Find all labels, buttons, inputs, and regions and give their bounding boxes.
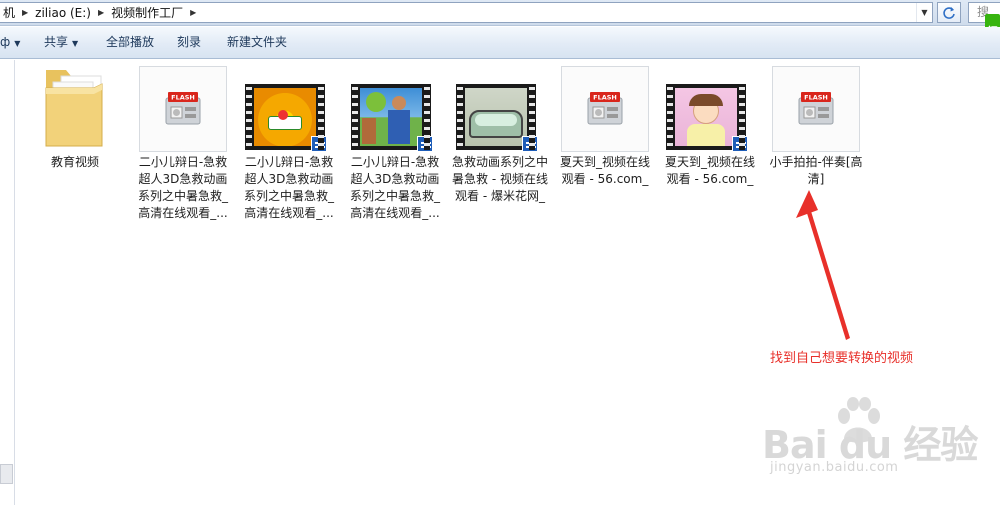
file-item-flash[interactable]: FLASH 小手拍拍-伴奏[高清] — [767, 66, 865, 188]
play-all-button[interactable]: 全部播放 — [106, 27, 154, 58]
file-name: 夏天到_视频在线观看 - 56.com_ — [559, 155, 650, 186]
command-bar: ф ▼ 共享 ▼ 全部播放 刻录 新建文件夹 — [0, 27, 1000, 59]
file-item-video[interactable]: 夏天到_视频在线观看 - 56.com_ — [661, 66, 759, 188]
burn-button[interactable]: 刻录 — [177, 27, 201, 58]
address-bar-row: 机 ▶ ziliao (E:) ▶ 视频制作工厂 ▶ ▼ 搜 — [0, 0, 1000, 26]
svg-text:FLASH: FLASH — [804, 94, 828, 102]
folder-icon — [31, 66, 119, 152]
video-badge-icon — [417, 136, 433, 152]
file-item-video[interactable]: 急救动画系列之中暑急救 - 视频在线观看 - 爆米花网_ — [451, 66, 549, 205]
flash-file-icon: FLASH — [139, 66, 227, 152]
svg-text:FLASH: FLASH — [593, 94, 617, 102]
flash-file-icon: FLASH — [772, 66, 860, 152]
file-item-video[interactable]: 二小儿辩日-急救超人3D急救动画系列之中暑急救_高清在线观看_... — [240, 66, 338, 222]
file-name: 急救动画系列之中暑急救 - 视频在线观看 - 爆米花网_ — [451, 155, 548, 203]
navigation-pane[interactable] — [0, 60, 15, 505]
file-name: 二小儿辩日-急救超人3D急救动画系列之中暑急救_高清在线观看_... — [137, 155, 228, 220]
annotation-text: 找到自己想要转换的视频 — [770, 351, 914, 366]
organize-button[interactable]: ф ▼ — [0, 27, 20, 58]
share-button[interactable]: 共享 ▼ — [44, 27, 78, 58]
breadcrumb-chevron-icon[interactable]: ▶ — [187, 8, 199, 17]
chevron-down-icon: ▼ — [14, 39, 21, 48]
file-name: 二小儿辩日-急救超人3D急救动画系列之中暑急救_高清在线观看_... — [349, 155, 440, 220]
file-item-flash[interactable]: FLASH 二小儿辩日-急救超人3D急救动画系列之中暑急救_高清在线观看_... — [134, 66, 232, 222]
video-badge-icon — [522, 136, 538, 152]
new-folder-button[interactable]: 新建文件夹 — [227, 27, 287, 58]
watermark-url: jingyan.baidu.com — [770, 460, 899, 475]
annotation-arrow-icon — [796, 190, 850, 340]
organize-label: ф — [0, 35, 11, 49]
file-name: 教育视频 — [50, 155, 99, 169]
video-badge-icon — [311, 136, 327, 152]
video-thumbnail — [351, 84, 433, 152]
breadcrumb-chevron-icon[interactable]: ▶ — [19, 8, 31, 17]
video-thumbnail — [245, 84, 327, 152]
breadcrumb-folder[interactable]: 视频制作工厂 — [107, 3, 187, 22]
breadcrumb-computer[interactable]: 机 — [0, 3, 19, 22]
file-name: 二小儿辩日-急救超人3D急救动画系列之中暑急救_高清在线观看_... — [243, 155, 334, 220]
video-thumbnail — [456, 84, 538, 152]
nav-scrollbar[interactable] — [0, 464, 13, 484]
chevron-down-icon: ▼ — [72, 39, 79, 48]
svg-text:FLASH: FLASH — [171, 94, 195, 102]
chevron-down-icon[interactable]: ▼ — [916, 3, 932, 22]
address-bar[interactable]: 机 ▶ ziliao (E:) ▶ 视频制作工厂 ▶ ▼ — [0, 2, 933, 23]
breadcrumb-chevron-icon[interactable]: ▶ — [95, 8, 107, 17]
share-label: 共享 — [44, 35, 69, 49]
refresh-icon — [943, 6, 955, 19]
refresh-button[interactable] — [937, 2, 961, 23]
file-item-video[interactable]: 二小儿辩日-急救超人3D急救动画系列之中暑急救_高清在线观看_... — [346, 66, 444, 222]
video-badge-icon — [732, 136, 748, 152]
file-name: 夏天到_视频在线观看 - 56.com_ — [664, 155, 755, 186]
file-item-folder[interactable]: 教育视频 — [26, 66, 124, 171]
video-thumbnail — [666, 84, 748, 152]
flash-file-icon: FLASH — [561, 66, 649, 152]
breadcrumb-drive[interactable]: ziliao (E:) — [31, 3, 95, 22]
file-item-flash[interactable]: FLASH 夏天到_视频在线观看 - 56.com_ — [556, 66, 654, 188]
